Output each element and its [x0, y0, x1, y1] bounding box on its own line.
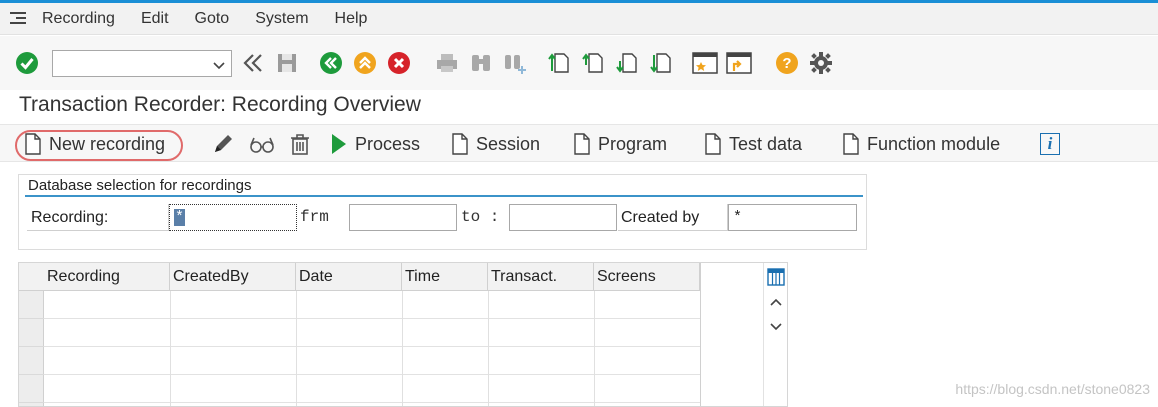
command-input[interactable] — [53, 50, 203, 76]
column-header-screens[interactable]: Screens — [594, 263, 700, 291]
selection-header: Database selection for recordings — [28, 177, 252, 194]
delete-button[interactable] — [289, 125, 311, 163]
from-input[interactable] — [349, 204, 457, 231]
document-icon — [705, 133, 721, 155]
process-button[interactable]: Process — [331, 125, 420, 163]
standard-toolbar: ? — [0, 36, 1158, 90]
page-title: Transaction Recorder: Recording Overview — [19, 93, 421, 116]
document-icon — [452, 133, 468, 155]
test-data-button[interactable]: Test data — [705, 125, 802, 163]
table-row[interactable] — [44, 347, 700, 375]
scroll-up-icon[interactable] — [770, 295, 782, 313]
column-header-time[interactable]: Time — [402, 263, 488, 291]
from-label: frm — [300, 208, 329, 226]
column-divider — [170, 291, 171, 406]
document-icon — [25, 133, 41, 155]
cancel-icon[interactable] — [386, 50, 412, 76]
program-button[interactable]: Program — [574, 125, 667, 163]
help-icon[interactable]: ? — [774, 50, 800, 76]
menu-system[interactable]: System — [255, 10, 308, 28]
create-session-icon[interactable] — [692, 50, 718, 76]
table-row[interactable] — [44, 291, 700, 319]
enter-check-icon[interactable] — [14, 50, 40, 76]
to-label: to : — [461, 208, 500, 226]
menu-goto[interactable]: Goto — [195, 10, 230, 28]
column-divider — [594, 291, 595, 406]
column-settings-icon[interactable] — [767, 268, 785, 291]
to-input[interactable] — [509, 204, 617, 231]
table-scrollbar[interactable] — [763, 263, 787, 406]
menu-bar: Recording Edit Goto System Help — [0, 3, 1158, 35]
process-label: Process — [355, 133, 421, 154]
display-button[interactable] — [249, 125, 275, 163]
menu-edit[interactable]: Edit — [141, 10, 169, 28]
column-header-date[interactable]: Date — [296, 263, 402, 291]
row-selector[interactable] — [19, 319, 44, 347]
recording-input[interactable]: * — [169, 204, 297, 231]
column-header-recording[interactable]: Recording — [44, 263, 170, 291]
gear-icon[interactable] — [808, 50, 834, 76]
new-recording-button[interactable]: New recording — [25, 125, 165, 163]
program-label: Program — [598, 133, 668, 154]
table-header: Recording CreatedBy Date Time Transact. … — [19, 263, 700, 291]
generate-shortcut-icon[interactable] — [726, 50, 752, 76]
recording-input-value: * — [174, 209, 186, 226]
column-header-createdby[interactable]: CreatedBy — [170, 263, 296, 291]
created-by-label: Created by — [621, 209, 700, 226]
pencil-icon — [215, 135, 232, 152]
back-icon[interactable] — [318, 50, 344, 76]
scroll-down-icon[interactable] — [770, 318, 782, 336]
exit-icon[interactable] — [352, 50, 378, 76]
command-field[interactable] — [52, 49, 232, 77]
function-module-button[interactable]: Function module — [843, 125, 1000, 163]
last-page-icon[interactable] — [648, 50, 674, 76]
test-data-label: Test data — [729, 133, 803, 154]
chevron-down-icon[interactable] — [213, 58, 225, 76]
system-menu-icon[interactable] — [10, 11, 28, 26]
first-page-icon[interactable] — [546, 50, 572, 76]
info-icon: i — [1040, 133, 1060, 155]
information-button[interactable]: i — [1040, 125, 1060, 163]
watermark: https://blog.csdn.net/stone0823 — [955, 381, 1150, 397]
find-next-icon[interactable] — [502, 50, 528, 76]
row-selector[interactable] — [19, 291, 44, 319]
trash-icon — [291, 134, 309, 155]
execute-icon — [332, 134, 346, 154]
menu-help[interactable]: Help — [335, 10, 368, 28]
save-icon[interactable] — [274, 50, 300, 76]
table-row[interactable] — [44, 375, 700, 403]
next-page-icon[interactable] — [614, 50, 640, 76]
glasses-icon — [250, 137, 274, 153]
new-recording-label: New recording — [49, 133, 166, 154]
recordings-table: Recording CreatedBy Date Time Transact. … — [18, 262, 788, 407]
session-button[interactable]: Session — [452, 125, 540, 163]
previous-page-icon[interactable] — [580, 50, 606, 76]
column-divider — [488, 291, 489, 406]
function-module-label: Function module — [867, 133, 1001, 154]
document-icon — [843, 133, 859, 155]
table-row[interactable] — [44, 319, 700, 347]
session-label: Session — [476, 133, 541, 154]
column-divider — [296, 291, 297, 406]
column-header-transaction[interactable]: Transact. — [488, 263, 594, 291]
created-by-input[interactable]: * — [728, 204, 857, 231]
print-icon[interactable] — [434, 50, 460, 76]
collapse-toolbar-icon[interactable] — [240, 50, 266, 76]
menu-recording[interactable]: Recording — [42, 10, 115, 28]
row-selector[interactable] — [19, 347, 44, 375]
svg-text:?: ? — [782, 55, 791, 72]
row-selector[interactable] — [19, 375, 44, 403]
column-divider — [402, 291, 403, 406]
document-icon — [574, 133, 590, 155]
recording-label: Recording: — [31, 209, 109, 226]
find-icon[interactable] — [468, 50, 494, 76]
edit-button[interactable] — [212, 125, 236, 163]
selection-panel: Database selection for recordings Record… — [18, 174, 867, 250]
application-toolbar: New recording Process Session Program Te… — [0, 124, 1158, 162]
selection-header-divider — [25, 195, 863, 197]
